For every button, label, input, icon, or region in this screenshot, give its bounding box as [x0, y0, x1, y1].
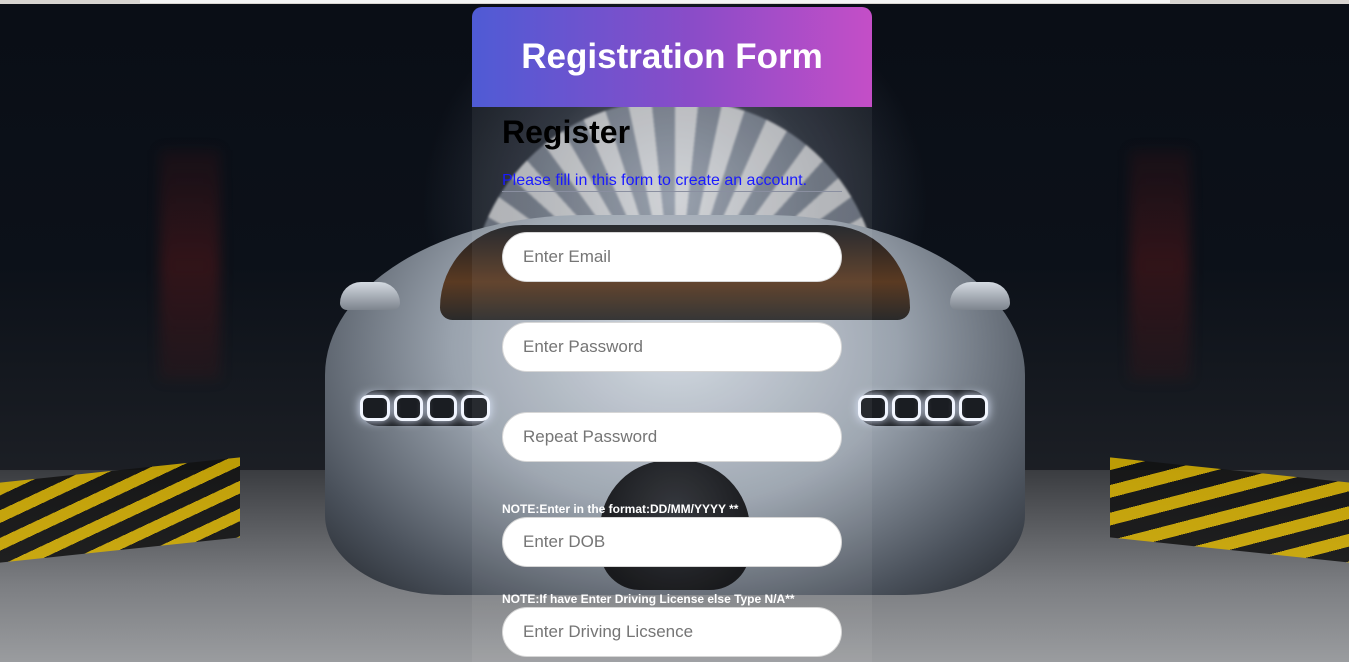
- browser-top-strip: [0, 0, 1349, 4]
- password-input[interactable]: [502, 322, 842, 372]
- dob-note: NOTE:Enter in the format:DD/MM/YYYY **: [502, 502, 739, 516]
- car-headlight-right: [858, 390, 988, 426]
- car-mirror-right: [950, 282, 1010, 310]
- form-header-title: Registration Form: [521, 37, 823, 76]
- dob-input[interactable]: [502, 517, 842, 567]
- license-note: NOTE:If have Enter Driving License else …: [502, 592, 795, 606]
- wall-light-left: [160, 150, 220, 380]
- car-mirror-left: [340, 282, 400, 310]
- form-subtitle: Please fill in this form to create an ac…: [502, 172, 842, 192]
- email-input[interactable]: [502, 232, 842, 282]
- repeat-password-input[interactable]: [502, 412, 842, 462]
- form-header: Registration Form: [472, 7, 872, 107]
- register-title: Register: [502, 114, 631, 150]
- driving-license-input[interactable]: [502, 607, 842, 657]
- wall-light-right: [1130, 150, 1190, 380]
- car-headlight-left: [360, 390, 490, 426]
